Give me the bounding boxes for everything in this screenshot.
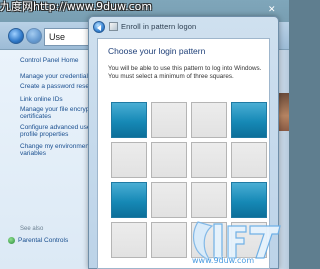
dialog-title: Enroll in pattern logon [121,22,197,31]
see-also-heading: See also [20,226,44,232]
manage-credentials-link[interactable]: Manage your credentials [20,73,91,81]
pattern-square-r1-c1[interactable] [111,102,147,138]
dialog-description: You will be able to use this pattern to … [108,65,262,80]
advanced-profile-link-cont[interactable]: profile properties [20,131,68,139]
pattern-square-r1-c2[interactable] [151,102,187,138]
pattern-square-r2-c4[interactable] [231,142,267,178]
pattern-square-r1-c4[interactable] [231,102,267,138]
environment-variables-link-cont[interactable]: variables [20,150,46,158]
address-bar[interactable]: Use [44,28,94,46]
link-online-ids-link[interactable]: Link online IDs [20,96,63,104]
pattern-square-r2-c3[interactable] [191,142,227,178]
pattern-square-r2-c1[interactable] [111,142,147,178]
parental-controls-link[interactable]: Parental Controls [8,237,68,244]
pattern-square-r3-c3[interactable] [191,182,227,218]
user-photo-thumbnail [279,93,289,131]
watermark-url: www.9duw.com [192,256,255,265]
dialog-titlebar: Enroll in pattern logon [89,17,278,37]
pattern-square-r4-c2[interactable] [151,222,187,258]
pattern-square-r1-c3[interactable] [191,102,227,138]
pattern-square-r4-c1[interactable] [111,222,147,258]
dialog-back-button[interactable] [93,21,105,33]
back-nav-button[interactable] [8,28,24,44]
parental-controls-label: Parental Controls [18,237,69,245]
dialog-app-icon [109,22,118,31]
forward-nav-button[interactable] [26,28,42,44]
pattern-square-r3-c4[interactable] [231,182,267,218]
control-panel-home-link[interactable]: Control Panel Home [20,57,79,65]
watermark-top-text: 九度网http://www.9duw.com [0,0,153,13]
pattern-square-r2-c2[interactable] [151,142,187,178]
pattern-square-r3-c2[interactable] [151,182,187,218]
dialog-heading: Choose your login pattern [108,46,206,56]
file-encryption-link-cont[interactable]: certificates [20,113,51,121]
close-icon[interactable]: ✕ [268,4,276,15]
pattern-square-r3-c1[interactable] [111,182,147,218]
parental-controls-icon [8,237,15,244]
